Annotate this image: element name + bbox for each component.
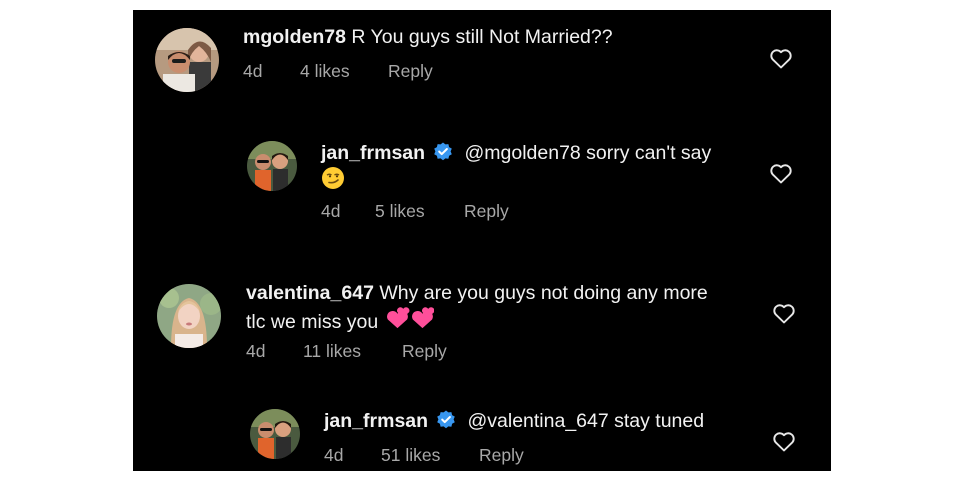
reply-button[interactable]: Reply bbox=[388, 60, 433, 82]
comment-meta: 4d 11 likes Reply bbox=[246, 340, 447, 362]
like-heart-icon[interactable] bbox=[772, 430, 796, 452]
avatar-woman-photo-icon bbox=[157, 284, 221, 348]
like-heart-icon[interactable] bbox=[769, 162, 793, 184]
comment-text: mgolden78 R You guys still Not Married?? bbox=[243, 24, 613, 50]
comment-age[interactable]: 4d bbox=[324, 444, 381, 466]
avatar[interactable] bbox=[247, 141, 297, 191]
avatar[interactable] bbox=[250, 409, 300, 459]
comment-likes[interactable]: 51 likes bbox=[381, 444, 479, 466]
comment-body: Why are you guys not doing any more bbox=[379, 282, 708, 304]
verified-badge-icon bbox=[436, 410, 456, 430]
comment-username[interactable]: valentina_647 bbox=[246, 282, 374, 304]
two-hearts-emoji-icon bbox=[384, 307, 434, 332]
comment-body: R You guys still Not Married?? bbox=[351, 26, 613, 48]
reply-button[interactable]: Reply bbox=[479, 444, 524, 466]
comment-text-line2: tlc we miss you bbox=[246, 307, 434, 335]
avatar-couple-photo-icon bbox=[247, 141, 297, 191]
comment-body-line2: tlc we miss you bbox=[246, 311, 379, 333]
comment-text-line2 bbox=[321, 166, 345, 193]
like-heart-icon[interactable] bbox=[772, 302, 796, 324]
comment-likes[interactable]: 11 likes bbox=[303, 340, 402, 362]
comment-meta: 4d 5 likes Reply bbox=[321, 200, 509, 222]
comment-text: jan_frmsan @valentina_647 stay tuned bbox=[324, 408, 704, 434]
avatar[interactable] bbox=[155, 28, 219, 92]
comment-body: @mgolden78 sorry can't say bbox=[464, 142, 712, 164]
avatar-couple-photo-icon bbox=[155, 28, 219, 92]
comment-likes[interactable]: 5 likes bbox=[375, 200, 464, 222]
comment-meta: 4d 51 likes Reply bbox=[324, 444, 524, 466]
reply-button[interactable]: Reply bbox=[464, 200, 509, 222]
comment-meta: 4d 4 likes Reply bbox=[243, 60, 433, 82]
comment-username[interactable]: jan_frmsan bbox=[321, 142, 425, 164]
comment-likes[interactable]: 4 likes bbox=[300, 60, 388, 82]
comment-age[interactable]: 4d bbox=[243, 60, 300, 82]
comments-panel: mgolden78 R You guys still Not Married??… bbox=[133, 10, 831, 471]
comment-username[interactable]: mgolden78 bbox=[243, 26, 346, 48]
avatar[interactable] bbox=[157, 284, 221, 348]
verified-badge-icon bbox=[433, 142, 453, 162]
like-heart-icon[interactable] bbox=[769, 47, 793, 69]
comment-age[interactable]: 4d bbox=[321, 200, 375, 222]
smirking-face-emoji-icon bbox=[321, 166, 345, 190]
avatar-couple-photo-icon bbox=[250, 409, 300, 459]
comment-username[interactable]: jan_frmsan bbox=[324, 410, 428, 432]
comment-age[interactable]: 4d bbox=[246, 340, 303, 362]
comment-body: @valentina_647 stay tuned bbox=[467, 410, 705, 432]
reply-button[interactable]: Reply bbox=[402, 340, 447, 362]
comment-text: jan_frmsan @mgolden78 sorry can't say bbox=[321, 140, 711, 166]
comment-text: valentina_647 Why are you guys not doing… bbox=[246, 280, 708, 306]
